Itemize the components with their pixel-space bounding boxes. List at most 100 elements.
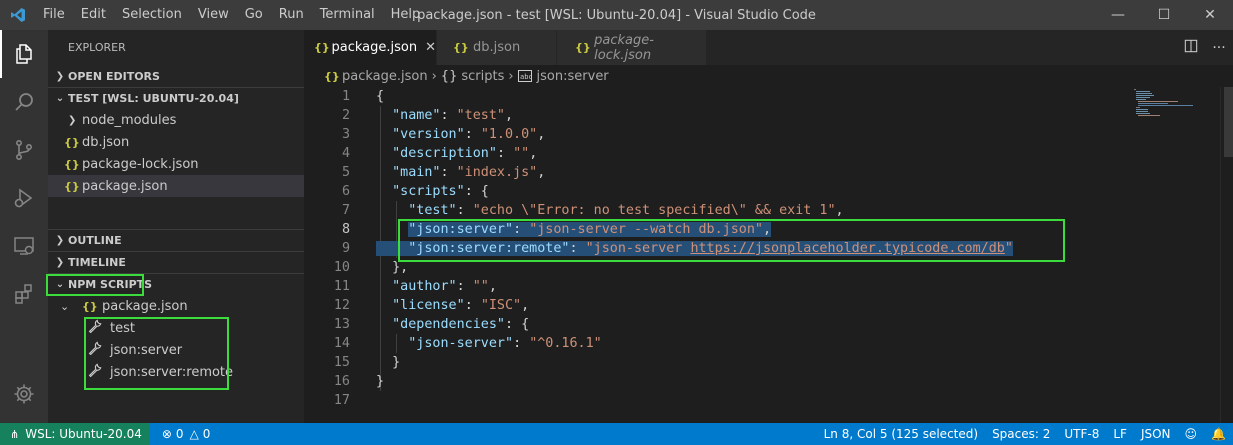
language-mode[interactable]: JSON — [1134, 427, 1178, 441]
maximize-icon[interactable]: ☐ — [1141, 0, 1187, 30]
npm-package-json[interactable]: ⌄ {} package.json — [48, 295, 304, 317]
close-tab-icon[interactable]: ✕ — [425, 40, 436, 55]
title-bar: File Edit Selection View Go Run Terminal… — [0, 0, 1233, 30]
menu-view[interactable]: View — [190, 0, 237, 30]
window-controls: — ☐ ✕ — [1095, 0, 1233, 30]
more-actions-icon[interactable]: ··· — [1205, 40, 1233, 56]
split-editor-icon[interactable] — [1177, 39, 1205, 57]
line-number: 15 — [333, 355, 350, 370]
tab-package-lock-json[interactable]: {} package-lock.json — [557, 30, 707, 65]
warnings-count: 0 — [202, 427, 211, 441]
line-number: 17 — [333, 393, 350, 408]
tree-item-db-json[interactable]: {} db.json — [48, 131, 304, 153]
menu-terminal[interactable]: Terminal — [312, 0, 383, 30]
code-line: 6 "scripts": { — [304, 182, 1220, 201]
end-of-line[interactable]: LF — [1106, 427, 1134, 441]
tree-item-package-lock-json[interactable]: {} package-lock.json — [48, 153, 304, 175]
notifications-bell-icon[interactable]: 🔔 — [1204, 427, 1233, 441]
npm-script-json-server[interactable]: json:server — [48, 339, 304, 361]
close-icon[interactable]: ✕ — [1187, 0, 1233, 30]
menu-go[interactable]: Go — [237, 0, 271, 30]
tab-db-json[interactable]: {} db.json — [437, 30, 557, 65]
breadcrumb-scripts[interactable]: scripts — [461, 69, 504, 84]
remote-icon: ⋔ — [10, 427, 20, 441]
chevron-right-icon: › — [431, 68, 437, 84]
chevron-down-icon: ⌄ — [55, 279, 65, 290]
code-line-selected: 8 "json:server": "json-server --watch db… — [304, 220, 1220, 239]
line-number: 5 — [341, 165, 350, 180]
scrollbar-thumb[interactable] — [1224, 87, 1233, 157]
chevron-right-icon: ❯ — [55, 257, 65, 268]
npm-script-label: json:server — [110, 342, 183, 358]
chevron-down-icon: ⌄ — [55, 93, 65, 104]
vertical-scrollbar[interactable] — [1220, 87, 1233, 423]
code-line: 13 "dependencies": { — [304, 315, 1220, 334]
menu-file[interactable]: File — [35, 0, 73, 30]
line-number: 7 — [341, 203, 350, 218]
remote-explorer-icon[interactable] — [0, 222, 48, 270]
tab-package-json[interactable]: {} package.json ✕ — [304, 30, 437, 65]
code-line-selected: 9 "json:server:remote": "json-server htt… — [304, 239, 1220, 258]
timeline-label: TIMELINE — [68, 256, 126, 269]
cursor-position[interactable]: Ln 8, Col 5 (125 selected) — [817, 427, 985, 441]
json-file-icon: {} — [314, 41, 330, 54]
outline-section[interactable]: ❯ OUTLINE — [48, 229, 304, 251]
chevron-right-icon: ❯ — [55, 235, 65, 246]
run-debug-icon[interactable] — [0, 174, 48, 222]
status-right: Ln 8, Col 5 (125 selected) Spaces: 2 UTF… — [817, 423, 1233, 445]
line-number: 1 — [341, 89, 350, 104]
open-editors-label: OPEN EDITORS — [68, 69, 160, 83]
npm-scripts-label: NPM SCRIPTS — [68, 278, 153, 291]
settings-gear-icon[interactable] — [0, 370, 48, 418]
npm-script-json-server-remote[interactable]: json:server:remote — [48, 361, 304, 383]
line-number: 2 — [341, 108, 350, 123]
menu-help[interactable]: Help — [383, 0, 429, 30]
tree-item-label: db.json — [82, 134, 130, 150]
npm-scripts-section[interactable]: ⌄ NPM SCRIPTS — [48, 273, 304, 295]
extensions-icon[interactable] — [0, 270, 48, 318]
timeline-section[interactable]: ❯ TIMELINE — [48, 251, 304, 273]
feedback-icon[interactable]: ☺ — [1178, 427, 1205, 441]
json-file-icon: {} — [453, 41, 469, 54]
wrench-icon — [88, 341, 110, 359]
status-bar: ⋔ WSL: Ubuntu-20.04 ⊗ 0 △ 0 Ln 8, Col 5 … — [0, 423, 1233, 445]
search-icon[interactable] — [0, 78, 48, 126]
menu-run[interactable]: Run — [271, 0, 312, 30]
code-line: 7 "test": "echo \"Error: no test specifi… — [304, 201, 1220, 220]
remote-indicator[interactable]: ⋔ WSL: Ubuntu-20.04 — [0, 423, 150, 445]
breadcrumb-file[interactable]: package.json — [342, 69, 428, 84]
source-control-icon[interactable] — [0, 126, 48, 174]
code-editor[interactable]: 1{ 2 "name": "test", 3 "version": "1.0.0… — [304, 87, 1220, 423]
code-line: 12 "license": "ISC", — [304, 296, 1220, 315]
chevron-right-icon: ❯ — [55, 70, 65, 82]
minimize-icon[interactable]: — — [1095, 0, 1141, 30]
menu-selection[interactable]: Selection — [114, 0, 190, 30]
open-editors-section[interactable]: ❯ OPEN EDITORS — [48, 65, 304, 87]
line-number: 6 — [341, 184, 350, 199]
minimap[interactable] — [1130, 87, 1220, 147]
activity-bar — [0, 30, 48, 423]
wrench-icon — [88, 319, 110, 337]
tree-item-package-json[interactable]: {} package.json — [48, 175, 304, 197]
encoding[interactable]: UTF-8 — [1057, 427, 1106, 441]
tab-label: package.json — [331, 40, 418, 55]
json-file-icon: {} — [82, 299, 98, 313]
json-file-icon: {} — [64, 179, 80, 193]
code-line: 16} — [304, 372, 1220, 391]
line-number: 3 — [341, 127, 350, 142]
menu-edit[interactable]: Edit — [73, 0, 114, 30]
workspace-section[interactable]: ⌄ TEST [WSL: UBUNTU-20.04] — [48, 87, 304, 109]
breadcrumb-key[interactable]: json:server — [537, 69, 609, 84]
indentation[interactable]: Spaces: 2 — [985, 427, 1057, 441]
tree-item-node-modules[interactable]: ❯ node_modules — [48, 109, 304, 131]
warning-icon: △ — [189, 427, 199, 441]
problems-indicator[interactable]: ⊗ 0 △ 0 — [150, 427, 211, 441]
npm-script-test[interactable]: test — [48, 317, 304, 339]
explorer-sidebar: EXPLORER ❯ OPEN EDITORS ⌄ TEST [WSL: UBU… — [48, 30, 304, 423]
json-file-icon: {} — [575, 41, 591, 54]
explorer-icon[interactable] — [0, 30, 48, 78]
code-line: 4 "description": "", — [304, 144, 1220, 163]
wrench-icon — [88, 363, 110, 381]
json-file-icon: {} — [64, 135, 80, 149]
line-number: 14 — [333, 336, 350, 351]
